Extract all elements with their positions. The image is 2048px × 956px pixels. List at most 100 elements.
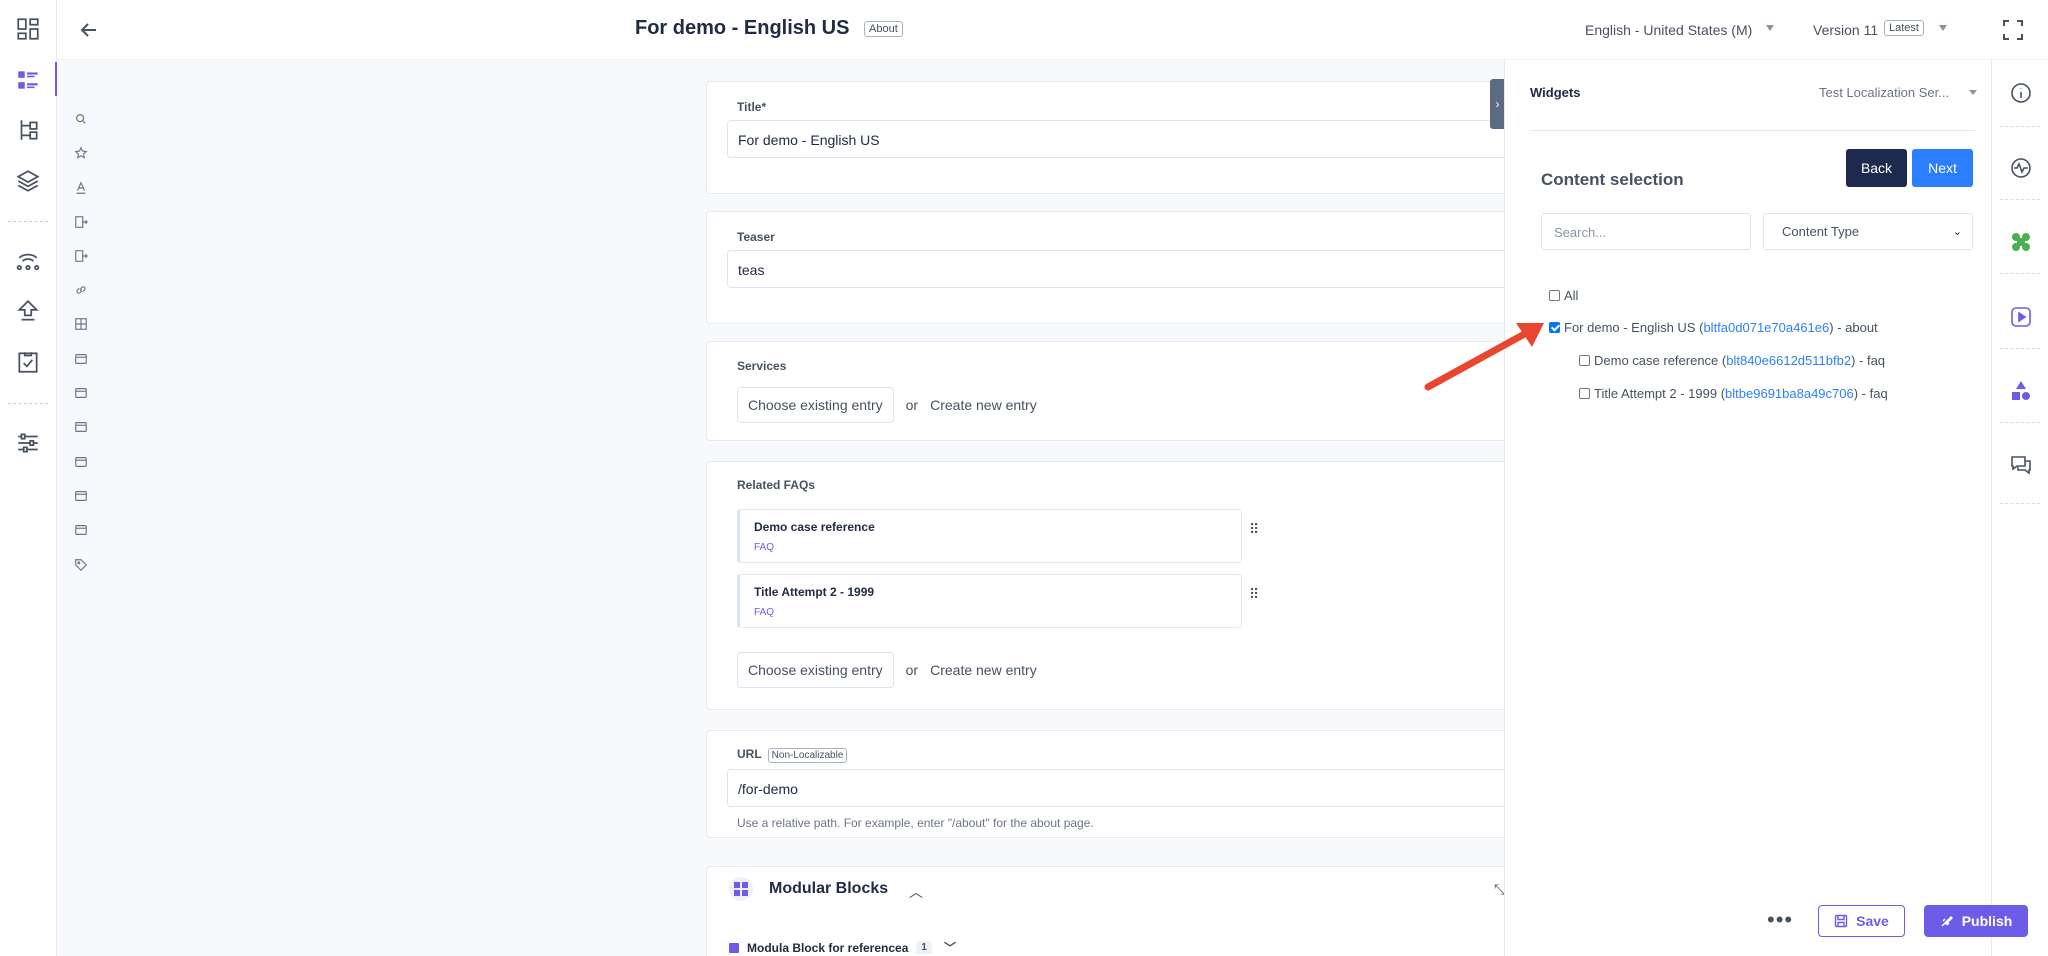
more-options-icon[interactable]: ••• xyxy=(1767,909,1793,931)
video-icon[interactable] xyxy=(2008,304,2034,330)
activity-icon[interactable] xyxy=(2008,155,2034,181)
faq-type: FAQ xyxy=(754,542,775,553)
tree-item[interactable]: Demo case reference (blt840e6612d511bfb2… xyxy=(1579,353,1885,368)
url-label-text: URL xyxy=(737,747,762,761)
title-label: Title* xyxy=(737,100,767,114)
or-text: or xyxy=(905,662,919,678)
block-icon[interactable] xyxy=(74,523,88,537)
block-icon[interactable] xyxy=(74,489,88,503)
widget-rail xyxy=(1991,60,2048,956)
create-new-entry-link[interactable]: Create new entry xyxy=(930,662,1037,678)
non-localizable-badge: Non-Localizable xyxy=(767,748,848,763)
reference-icon[interactable] xyxy=(74,215,88,229)
table-icon[interactable] xyxy=(74,317,88,331)
list-item[interactable]: Demo case reference FAQ xyxy=(737,509,1242,563)
entry-uid-link[interactable]: bltfa0d071e70a461e6 xyxy=(1703,320,1829,335)
search-input[interactable]: Search... xyxy=(1541,213,1751,250)
entry-uid-link[interactable]: bltbe9691ba8a49c706 xyxy=(1725,386,1854,401)
rail-divider xyxy=(2000,199,2040,200)
caret-down-icon[interactable] xyxy=(1766,25,1774,31)
entry-checkbox[interactable] xyxy=(1579,355,1590,366)
comments-icon[interactable] xyxy=(2008,452,2034,478)
entry-checkbox[interactable] xyxy=(1579,388,1590,399)
info-icon[interactable] xyxy=(2008,80,2034,106)
faq-title: Demo case reference xyxy=(754,520,875,534)
services-field-card: Services Choose existing entry or Create… xyxy=(706,341,1536,441)
tree-item[interactable]: Title Attempt 2 - 1999 (bltbe9691ba8a49c… xyxy=(1579,386,1888,401)
reference-icon[interactable] xyxy=(74,249,88,263)
settings-icon[interactable] xyxy=(14,429,42,457)
select-all-row[interactable]: All xyxy=(1549,288,1578,303)
list-item[interactable]: Title Attempt 2 - 1999 FAQ xyxy=(737,574,1242,628)
deploy-icon[interactable] xyxy=(14,297,42,325)
teaser-field-card: Teaser teas xyxy=(706,211,1536,324)
apps-icon[interactable] xyxy=(2008,229,2034,255)
dashboard-icon[interactable] xyxy=(14,15,42,43)
locale-selector[interactable]: English - United States (M) xyxy=(1585,22,1752,38)
teaser-label: Teaser xyxy=(737,230,775,244)
title-input[interactable]: For demo - English US xyxy=(727,120,1521,158)
caret-down-icon[interactable] xyxy=(1969,90,1977,95)
block-icon[interactable] xyxy=(74,420,88,434)
chevron-down-icon: ⌄ xyxy=(1952,226,1962,238)
latest-badge: Latest xyxy=(1884,20,1924,36)
entry-checkbox[interactable] xyxy=(1549,322,1560,333)
modular-blocks-icon xyxy=(729,877,753,901)
link-icon[interactable] xyxy=(74,283,88,297)
divider xyxy=(1530,130,1975,131)
star-icon[interactable] xyxy=(74,146,88,160)
save-button-label: Save xyxy=(1856,913,1889,929)
url-field-card: URL Non-Localizable /for-demo Use a relat… xyxy=(706,730,1536,838)
drag-handle-icon[interactable]: ⠿ xyxy=(1249,522,1259,536)
next-button[interactable]: Next xyxy=(1912,149,1973,187)
search-icon[interactable] xyxy=(74,112,88,126)
rail-divider xyxy=(2000,348,2040,349)
entries-icon[interactable] xyxy=(14,66,42,94)
entry-content-type: about xyxy=(1845,320,1878,335)
chevron-up-icon[interactable]: ︿ xyxy=(909,882,923,902)
widget-selector[interactable]: Test Localization Ser... xyxy=(1819,85,1949,100)
block-icon[interactable] xyxy=(74,386,88,400)
block-icon xyxy=(729,942,739,953)
shapes-icon[interactable] xyxy=(2008,378,2034,404)
save-icon xyxy=(1834,914,1848,928)
entry-content-type: faq xyxy=(1866,353,1886,368)
back-button[interactable]: Back xyxy=(1846,149,1907,187)
create-new-entry-link[interactable]: Create new entry xyxy=(930,397,1037,413)
tree-item[interactable]: For demo - English US (bltfa0d071e70a461… xyxy=(1549,320,1878,335)
collapse-panel-button[interactable]: › xyxy=(1490,79,1505,129)
content-type-select[interactable]: Content Type ⌄ xyxy=(1763,213,1973,250)
caret-down-icon[interactable] xyxy=(1939,25,1947,31)
entry-uid-link[interactable]: blt840e6612d511bfb2 xyxy=(1726,353,1851,368)
url-input[interactable]: /for-demo xyxy=(727,769,1515,807)
page-title: For demo - English US xyxy=(635,17,850,39)
select-all-checkbox[interactable] xyxy=(1549,290,1560,301)
tasks-icon[interactable] xyxy=(14,348,42,376)
publish-icon xyxy=(1941,916,1953,927)
chevron-down-icon[interactable]: ﹀ xyxy=(944,939,956,956)
webhooks-icon[interactable] xyxy=(14,246,42,274)
content-type-badge: About xyxy=(864,21,903,37)
version-selector[interactable]: Version 11 xyxy=(1813,22,1878,38)
choose-existing-entry-button[interactable]: Choose existing entry xyxy=(737,387,894,423)
faq-type: FAQ xyxy=(754,607,775,618)
entry-editor: Title* For demo - English US Teaser teas… xyxy=(107,60,1536,956)
block-icon[interactable] xyxy=(74,455,88,469)
teaser-input[interactable]: teas xyxy=(727,250,1521,288)
modular-block-item[interactable]: Modula Block for referencea 1 ﹀ xyxy=(729,939,956,956)
choose-existing-entry-button[interactable]: Choose existing entry xyxy=(737,652,894,688)
back-arrow-icon[interactable] xyxy=(77,18,101,42)
drag-handle-icon[interactable]: ⠿ xyxy=(1249,587,1259,601)
modular-blocks-title: Modular Blocks xyxy=(769,880,889,897)
assets-icon[interactable] xyxy=(14,167,42,195)
text-icon[interactable] xyxy=(74,181,88,195)
faqs-reference-controls: Choose existing entry or Create new entr… xyxy=(737,652,1037,688)
publish-button[interactable]: Publish xyxy=(1924,905,2028,937)
content-models-icon[interactable] xyxy=(14,116,42,144)
select-all-label: All xyxy=(1564,288,1579,303)
app-nav-rail xyxy=(0,0,57,956)
fullscreen-icon[interactable] xyxy=(2001,18,2025,42)
tag-icon[interactable] xyxy=(74,558,88,572)
save-button[interactable]: Save xyxy=(1818,905,1905,937)
block-icon[interactable] xyxy=(74,352,88,366)
